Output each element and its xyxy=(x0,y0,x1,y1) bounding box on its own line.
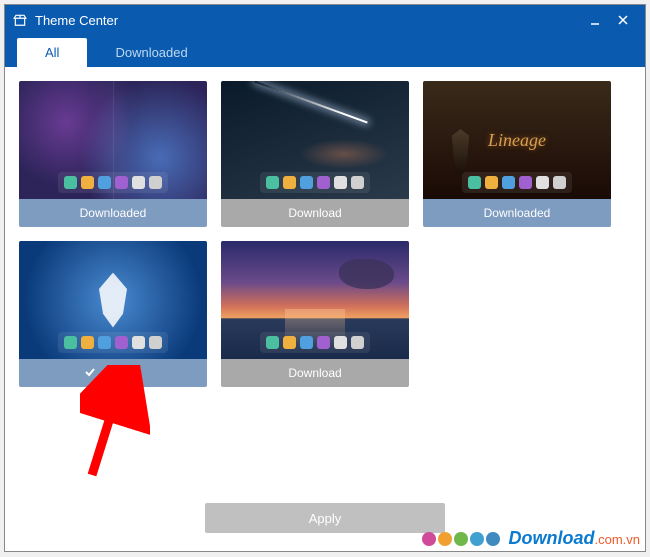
dock-icons xyxy=(58,332,168,353)
footer: Apply xyxy=(5,489,645,551)
theme-card-lineage[interactable]: Lineage Downloaded xyxy=(423,81,611,227)
theme-card-comet[interactable]: Download xyxy=(221,81,409,227)
theme-grid: Downloaded Download Lineage Downloaded xyxy=(19,81,631,387)
apply-button[interactable]: Apply xyxy=(205,503,445,533)
feather-graphic xyxy=(93,273,133,328)
theme-icon xyxy=(13,13,27,27)
theme-status-label: Download xyxy=(221,359,409,387)
theme-grid-area: Downloaded Download Lineage Downloaded xyxy=(5,67,645,489)
theme-status-label: Applied xyxy=(19,359,207,387)
applied-text: Applied xyxy=(101,366,141,380)
theme-thumbnail xyxy=(221,241,409,359)
theme-thumbnail xyxy=(19,241,207,359)
theme-center-window: Theme Center All Downloaded Downloaded xyxy=(4,4,646,552)
theme-card-sunset[interactable]: Download xyxy=(221,241,409,387)
theme-thumbnail xyxy=(19,81,207,199)
dock-icons xyxy=(58,172,168,193)
theme-status-label: Download xyxy=(221,199,409,227)
window-title: Theme Center xyxy=(35,13,118,28)
theme-status-label: Downloaded xyxy=(19,199,207,227)
dock-icons xyxy=(260,332,370,353)
tab-all[interactable]: All xyxy=(17,38,87,67)
close-button[interactable] xyxy=(609,5,637,35)
titlebar: Theme Center xyxy=(5,5,645,35)
theme-card-space[interactable]: Downloaded xyxy=(19,81,207,227)
check-icon xyxy=(84,366,96,381)
minimize-button[interactable] xyxy=(581,5,609,35)
theme-thumbnail: Lineage xyxy=(423,81,611,199)
dock-icons xyxy=(260,172,370,193)
theme-card-feather[interactable]: Applied xyxy=(19,241,207,387)
theme-status-label: Downloaded xyxy=(423,199,611,227)
theme-thumbnail xyxy=(221,81,409,199)
tab-downloaded[interactable]: Downloaded xyxy=(87,38,215,67)
dock-icons xyxy=(462,172,572,193)
lineage-logo-text: Lineage xyxy=(488,130,546,151)
tab-bar: All Downloaded xyxy=(5,35,645,67)
